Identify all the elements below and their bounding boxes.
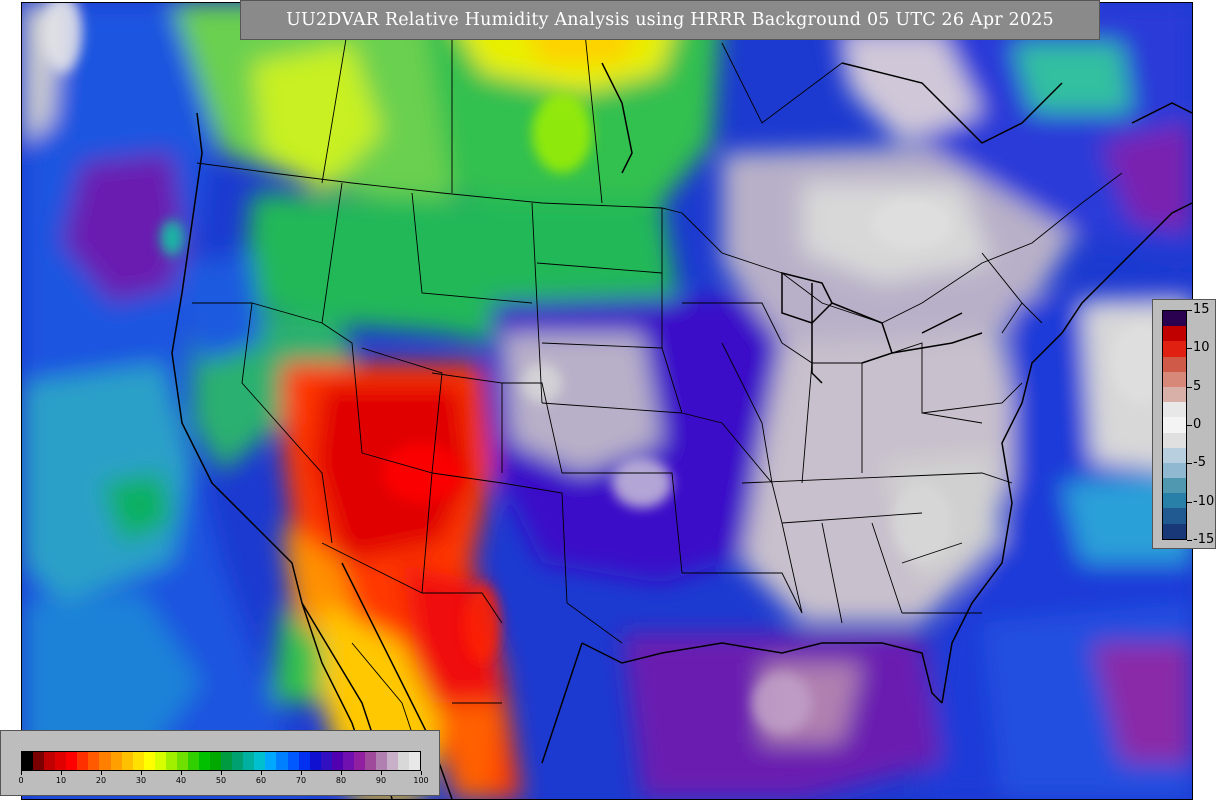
increment-colorbar-swatch bbox=[1163, 508, 1186, 524]
rh-colorbar-swatch bbox=[121, 752, 133, 770]
increment-colorbar-tick bbox=[1187, 540, 1192, 541]
rh-colorbar-tick-label: 60 bbox=[255, 776, 267, 785]
increment-colorbar-tick-label: -10 bbox=[1193, 493, 1215, 509]
rh-colorbar-swatch bbox=[99, 752, 111, 770]
increment-colorbar-swatch bbox=[1163, 462, 1186, 479]
increment-colorbar-swatch bbox=[1163, 371, 1186, 387]
increment-colorbar-tick-label: 15 bbox=[1193, 302, 1210, 317]
rh-colorbar-tick-label: 90 bbox=[375, 776, 387, 785]
rh-colorbar-tick-label: 50 bbox=[215, 776, 227, 785]
rh-colorbar-tick bbox=[421, 771, 422, 775]
rh-colorbar: 0 10 20 30 40 50 60 70 80 90 100 bbox=[0, 730, 440, 796]
rh-colorbar-swatch bbox=[265, 752, 277, 770]
rh-map bbox=[21, 2, 1193, 800]
rh-colorbar-swatch bbox=[320, 752, 332, 770]
rh-colorbar-swatch bbox=[331, 752, 343, 770]
rh-colorbar-swatch bbox=[154, 752, 166, 770]
rh-colorbar-bar bbox=[21, 751, 421, 771]
rh-colorbar-swatch bbox=[376, 752, 388, 770]
rh-colorbar-tick-label: 10 bbox=[55, 776, 67, 785]
rh-colorbar-swatch bbox=[243, 752, 255, 770]
rh-colorbar-tick-label: 70 bbox=[295, 776, 307, 785]
increment-colorbar-tick-label: -15 bbox=[1193, 532, 1215, 547]
rh-colorbar-tick-label: 80 bbox=[335, 776, 347, 785]
increment-colorbar-tick bbox=[1187, 310, 1192, 311]
rh-colorbar-tick-label: 30 bbox=[135, 776, 147, 785]
rh-colorbar-swatch bbox=[210, 752, 222, 770]
increment-colorbar-tick bbox=[1187, 425, 1192, 426]
rh-colorbar-tick-label: 100 bbox=[413, 776, 429, 785]
rh-colorbar-swatch bbox=[110, 752, 122, 770]
rh-colorbar-swatch bbox=[22, 752, 34, 770]
increment-colorbar-tick bbox=[1187, 501, 1192, 503]
rh-colorbar-tick-label: 0 bbox=[18, 776, 24, 785]
rh-colorbar-tick bbox=[101, 771, 102, 775]
increment-colorbar-tick bbox=[1187, 348, 1192, 350]
rh-colorbar-tick bbox=[21, 771, 22, 775]
increment-colorbar-tick bbox=[1187, 463, 1192, 465]
increment-colorbar-tick-label: -5 bbox=[1193, 455, 1206, 471]
rh-colorbar-swatch bbox=[342, 752, 354, 770]
rh-colorbar-swatch bbox=[33, 752, 45, 770]
increment-colorbar-bar bbox=[1162, 310, 1187, 540]
increment-colorbar-swatch bbox=[1163, 432, 1186, 448]
increment-colorbar-swatch bbox=[1163, 402, 1186, 418]
rh-colorbar-swatch bbox=[55, 752, 67, 770]
increment-colorbar-swatch bbox=[1163, 356, 1186, 372]
rh-colorbar-swatch bbox=[199, 752, 211, 770]
rh-colorbar-swatch bbox=[254, 752, 266, 770]
rh-colorbar-tick bbox=[341, 771, 342, 775]
rh-colorbar-swatch bbox=[132, 752, 144, 770]
rh-colorbar-swatch bbox=[221, 752, 233, 770]
rh-colorbar-swatch bbox=[77, 752, 89, 770]
rh-colorbar-swatch bbox=[143, 752, 155, 770]
rh-colorbar-swatch bbox=[176, 752, 188, 770]
rh-colorbar-swatch bbox=[298, 752, 310, 770]
rh-colorbar-tick bbox=[221, 771, 222, 775]
rh-colorbar-tick bbox=[61, 771, 62, 775]
rh-colorbar-swatch bbox=[66, 752, 78, 770]
rh-colorbar-swatch bbox=[276, 752, 288, 770]
increment-colorbar-swatch bbox=[1163, 311, 1186, 327]
rh-colorbar-swatch bbox=[287, 752, 299, 770]
rh-colorbar-tick bbox=[261, 771, 262, 775]
rh-colorbar-tick bbox=[381, 771, 382, 775]
increment-colorbar-swatch bbox=[1163, 417, 1186, 433]
rh-colorbar-swatch bbox=[387, 752, 399, 770]
increment-colorbar-swatch bbox=[1163, 386, 1186, 403]
increment-colorbar-swatch bbox=[1163, 341, 1186, 357]
increment-colorbar-tick-label: 10 bbox=[1193, 340, 1210, 356]
increment-colorbar-tick-label: 5 bbox=[1193, 378, 1202, 394]
rh-colorbar-tick bbox=[141, 771, 142, 775]
rh-colorbar-tick bbox=[301, 771, 302, 775]
rh-colorbar-tick-label: 40 bbox=[175, 776, 187, 785]
increment-colorbar-swatch bbox=[1163, 478, 1186, 494]
increment-colorbar: 15 10 5 0 -5 -10 -15 bbox=[1152, 299, 1216, 549]
rh-colorbar-swatch bbox=[309, 752, 321, 770]
rh-colorbar-swatch bbox=[187, 752, 199, 770]
increment-colorbar-swatch bbox=[1163, 326, 1186, 342]
rh-colorbar-swatch bbox=[44, 752, 56, 770]
rh-colorbar-tick-label: 20 bbox=[95, 776, 107, 785]
rh-colorbar-swatch bbox=[409, 752, 421, 770]
rh-colorbar-swatch bbox=[88, 752, 100, 770]
increment-colorbar-swatch bbox=[1163, 523, 1186, 539]
increment-colorbar-swatch bbox=[1163, 493, 1186, 509]
rh-colorbar-swatch bbox=[398, 752, 410, 770]
rh-colorbar-swatch bbox=[165, 752, 177, 770]
increment-colorbar-tick-label: 0 bbox=[1193, 417, 1202, 432]
map-title: UU2DVAR Relative Humidity Analysis using… bbox=[240, 0, 1100, 40]
increment-colorbar-swatch bbox=[1163, 447, 1186, 463]
rh-colorbar-swatch bbox=[353, 752, 365, 770]
increment-colorbar-tick bbox=[1187, 386, 1192, 388]
rh-colorbar-tick bbox=[181, 771, 182, 775]
rh-colorbar-swatch bbox=[232, 752, 244, 770]
rh-colorbar-swatch bbox=[364, 752, 376, 770]
